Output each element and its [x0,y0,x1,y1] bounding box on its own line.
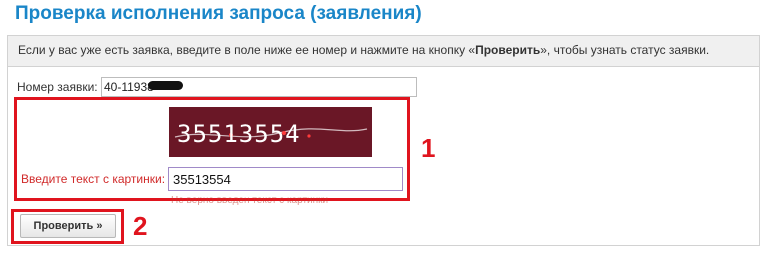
captcha-text: 35513554 [177,120,301,148]
info-button-ref: Проверить [475,43,541,57]
captcha-image: 35513554 [169,107,372,157]
check-button[interactable]: Проверить » [20,214,116,238]
captcha-label: Введите текст с картинки: [21,172,166,186]
annotation-marker-1: 1 [421,133,436,163]
captcha-graphic: 35513554 [174,120,368,148]
info-text-before: Если у вас уже есть заявка, введите в по… [18,43,476,57]
annotation-marker-2: 2 [133,211,148,241]
captcha-input[interactable] [168,167,403,191]
info-message: Если у вас уже есть заявка, введите в по… [8,36,759,67]
captcha-error-hint: Не верно введен текст с картинки [171,195,329,206]
info-text-after: », чтобы узнать статус заявки. [540,43,710,57]
page-title: Проверка исполнения запроса (заявления) [15,3,422,24]
redaction-mark [148,81,183,90]
application-number-label: Номер заявки: [17,80,98,94]
